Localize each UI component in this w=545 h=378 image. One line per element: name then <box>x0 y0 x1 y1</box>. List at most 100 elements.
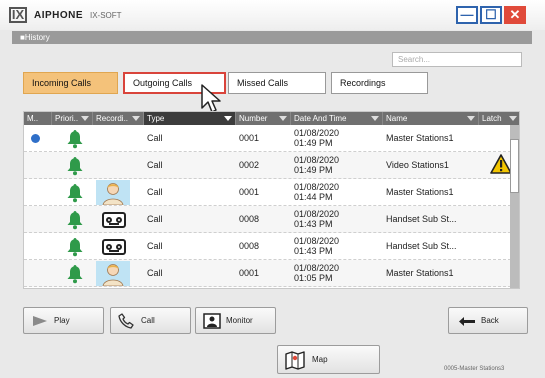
unread-indicator <box>24 260 52 287</box>
name-cell: Master Stations1 <box>386 187 454 197</box>
monitor-button[interactable]: Monitor <box>195 307 276 334</box>
station-status: 0005-Master Stations3 <box>444 366 505 372</box>
table-header: M.. Priori.. Recordi.. Type Number Date … <box>24 112 519 125</box>
col-header-priority[interactable]: Priori.. <box>52 112 93 125</box>
type-cell: Call <box>147 187 163 197</box>
close-button[interactable]: ✕ <box>504 6 526 24</box>
recording-cell <box>93 206 144 233</box>
bell-icon <box>67 157 83 176</box>
person-thumbnail-icon[interactable] <box>96 261 130 286</box>
date-time-cell: 01/08/2020 01:44 PM <box>294 182 340 202</box>
col-header-latch[interactable]: Latch <box>479 112 519 125</box>
warning-icon <box>490 154 512 174</box>
col-header-recording[interactable]: Recordi.. <box>93 112 144 125</box>
voicemail-icon[interactable] <box>102 239 126 255</box>
tab-incoming-calls[interactable]: Incoming Calls <box>23 72 118 94</box>
app-window: IX AIPHONE IX-SOFT — ☐ ✕ ■History Search… <box>0 0 545 378</box>
unread-indicator <box>24 152 52 179</box>
history-header: ■History <box>12 31 532 44</box>
bell-icon <box>67 211 83 230</box>
product-name: IX-SOFT <box>90 11 122 20</box>
type-cell: Call <box>147 214 163 224</box>
maximize-button[interactable]: ☐ <box>480 6 502 24</box>
recording-cell <box>93 260 144 287</box>
unread-indicator <box>24 125 52 152</box>
search-input[interactable]: Search... <box>392 52 522 67</box>
recording-cell <box>93 125 144 152</box>
col-header-mark[interactable]: M.. <box>24 112 52 125</box>
map-button[interactable]: Map <box>277 345 380 374</box>
table-row[interactable]: Call 0001 01/08/2020 01:49 PM Master Stat… <box>24 125 519 152</box>
minimize-button[interactable]: — <box>456 6 478 24</box>
table-row[interactable]: Call 0001 01/08/2020 01:44 PM Master Stat… <box>24 179 519 206</box>
latch-cell <box>479 206 510 233</box>
scrollbar-thumb[interactable] <box>510 139 519 193</box>
priority-cell <box>52 152 93 179</box>
col-header-name[interactable]: Name <box>383 112 479 125</box>
back-arrow-icon <box>459 317 475 326</box>
bell-icon <box>67 184 83 203</box>
bell-icon <box>67 265 83 284</box>
type-cell: Call <box>147 133 163 143</box>
map-icon <box>285 351 305 370</box>
type-cell: Call <box>147 268 163 278</box>
table-scrollbar[interactable] <box>510 125 519 288</box>
unread-dot-icon <box>31 134 40 143</box>
recording-cell <box>93 233 144 260</box>
date-time-cell: 01/08/2020 01:43 PM <box>294 209 340 229</box>
tab-recordings[interactable]: Recordings <box>331 72 428 94</box>
priority-cell <box>52 206 93 233</box>
name-cell: Master Stations1 <box>386 268 454 278</box>
col-header-number[interactable]: Number <box>236 112 291 125</box>
table-row[interactable]: Call 0008 01/08/2020 01:43 PM Handset Sub… <box>24 206 519 233</box>
date-time-cell: 01/08/2020 01:49 PM <box>294 128 340 148</box>
priority-cell <box>52 260 93 287</box>
date-time-cell: 01/08/2020 01:05 PM <box>294 263 340 283</box>
voicemail-icon[interactable] <box>102 212 126 228</box>
bell-icon <box>67 130 83 149</box>
brand-name: AIPHONE <box>34 10 84 21</box>
latch-cell <box>479 260 510 287</box>
type-cell: Call <box>147 241 163 251</box>
number-cell: 0001 <box>239 187 260 197</box>
type-cell: Call <box>147 160 163 170</box>
number-cell: 0002 <box>239 160 260 170</box>
recording-cell <box>93 179 144 206</box>
back-button[interactable]: Back <box>448 307 528 334</box>
number-cell: 0001 <box>239 133 260 143</box>
priority-cell <box>52 179 93 206</box>
latch-cell <box>479 233 510 260</box>
person-thumbnail-icon[interactable] <box>96 180 130 205</box>
tab-missed-calls[interactable]: Missed Calls <box>228 72 326 94</box>
number-cell: 0008 <box>239 241 260 251</box>
title-bar: IX AIPHONE IX-SOFT — ☐ ✕ <box>0 0 545 30</box>
name-cell: Handset Sub St... <box>386 214 457 224</box>
priority-cell <box>52 233 93 260</box>
latch-cell <box>479 152 512 179</box>
ix-logo: IX <box>9 7 27 23</box>
table-row[interactable]: Call 0001 01/08/2020 01:05 PM Master Stat… <box>24 260 519 287</box>
unread-indicator <box>24 179 52 206</box>
play-icon <box>33 316 47 326</box>
latch-cell <box>479 179 510 206</box>
name-cell: Video Stations1 <box>386 160 449 170</box>
monitor-icon <box>203 313 221 329</box>
recording-cell <box>93 152 144 179</box>
unread-indicator <box>24 206 52 233</box>
latch-cell <box>479 125 510 152</box>
col-header-type[interactable]: Type <box>144 112 236 125</box>
history-table: M.. Priori.. Recordi.. Type Number Date … <box>23 111 520 289</box>
table-row[interactable]: Call 0002 01/08/2020 01:49 PM Video Stati… <box>24 152 519 179</box>
name-cell: Master Stations1 <box>386 133 454 143</box>
number-cell: 0008 <box>239 214 260 224</box>
number-cell: 0001 <box>239 268 260 278</box>
play-button[interactable]: Play <box>23 307 104 334</box>
date-time-cell: 01/08/2020 01:43 PM <box>294 236 340 256</box>
name-cell: Handset Sub St... <box>386 241 457 251</box>
priority-cell <box>52 125 93 152</box>
phone-icon <box>118 313 134 329</box>
table-row[interactable]: Call 0008 01/08/2020 01:43 PM Handset Sub… <box>24 233 519 260</box>
col-header-date-time[interactable]: Date And Time <box>291 112 383 125</box>
bell-icon <box>67 238 83 257</box>
call-button[interactable]: Call <box>110 307 191 334</box>
